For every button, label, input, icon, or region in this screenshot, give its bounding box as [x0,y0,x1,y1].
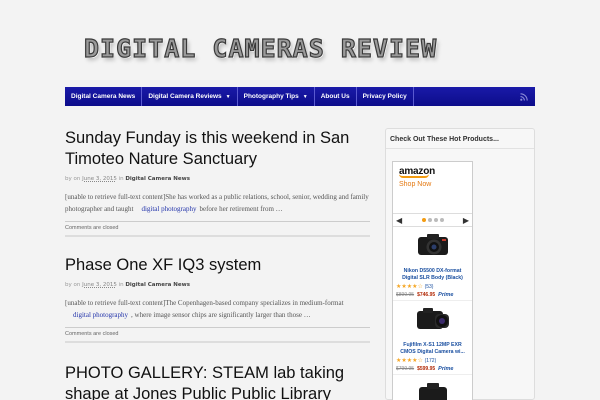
nav-item-about-us[interactable]: About Us [315,87,357,106]
carousel-controls: ◀ ▶ [393,214,472,227]
carousel-dot[interactable] [439,218,444,222]
camera-image[interactable] [413,379,453,400]
price-row: $899.95 $746.95 Prime [396,292,469,298]
chevron-right-icon[interactable]: ▶ [463,216,469,225]
post-title[interactable]: Sunday Funday is this weekend in San Tim… [65,128,370,170]
carousel-dots [421,218,444,222]
nav-item-label: Digital Camera News [71,93,136,100]
sale-price: $599.95 [417,366,436,372]
sidebar-heading: Check Out These Hot Products... [386,129,534,149]
excerpt-text: [unable to retrieve full-text content]Th… [65,299,344,307]
sidebar: Check Out These Hot Products... amazon S… [385,128,535,400]
star-rating: ★★★★☆ (172) [396,357,469,364]
nav-item-label: Privacy Policy [362,93,407,100]
rss-icon[interactable] [517,87,531,106]
post-date[interactable]: June 3, 2015 [82,176,117,182]
post: PHOTO GALLERY: STEAM lab taking shape at… [65,363,370,400]
meta-in: in [118,176,124,182]
post-date[interactable]: June 3, 2015 [82,282,117,288]
comments-status: Comments are closed [65,327,370,343]
carousel-dot[interactable] [427,218,432,222]
shop-now-link[interactable]: Shop Now [399,181,466,188]
product-card[interactable] [393,375,472,400]
main-nav: Digital Camera News Digital Camera Revie… [65,87,535,106]
nav-item-digital-camera-news[interactable]: Digital Camera News [65,87,143,106]
caret-down-icon: ▼ [302,93,308,100]
digital-photography-link[interactable]: digital photography [65,310,131,322]
post-gap [65,237,370,255]
amazon-header[interactable]: amazon Shop Now [393,162,472,214]
review-count[interactable]: (172) [425,358,437,364]
chevron-left-icon[interactable]: ◀ [396,216,402,225]
post-gap [65,343,370,363]
post-category[interactable]: Digital Camera News [125,282,190,288]
price-row: $799.95 $599.95 Prime [396,366,469,372]
nav-item-digital-camera-reviews[interactable]: Digital Camera Reviews ▼ [142,87,238,106]
product-name[interactable]: Fujifilm X-S1 12MP EXR CMOS Digital Came… [396,342,469,355]
product-card[interactable]: Nikon D5500 DX-format Digital SLR Body (… [393,227,472,301]
camera-image[interactable] [413,305,453,335]
star-rating: ★★★★☆ (53) [396,283,469,290]
product-card[interactable]: Fujifilm X-S1 12MP EXR CMOS Digital Came… [393,301,472,375]
post: Sunday Funday is this weekend in San Tim… [65,128,370,237]
stars-icon: ★★★★☆ [396,284,423,290]
meta-in: in [118,282,124,288]
excerpt-text: before her retirement from … [199,204,283,213]
nav-item-label: Digital Camera Reviews [148,93,222,100]
list-price: $799.95 [396,366,415,372]
nav-item-label: Photography Tips [243,93,299,100]
meta-by: by [65,176,72,182]
excerpt-text: , where image sensor chips are significa… [131,310,311,319]
stars-icon: ★★★★☆ [396,358,423,364]
post-meta: by on June 3, 2015 in Digital Camera New… [65,282,370,288]
prime-badge: Prime [438,366,454,372]
list-price: $899.95 [396,292,415,298]
prime-badge: Prime [438,292,454,298]
carousel-dot[interactable] [433,218,438,222]
nav-item-photography-tips[interactable]: Photography Tips ▼ [238,87,315,106]
nav-item-label: About Us [320,93,350,100]
amazon-widget: amazon Shop Now ◀ ▶ Nikon D5500 DX-forma… [392,161,473,400]
post: Phase One XF IQ3 system by on June 3, 20… [65,255,370,343]
amazon-logo: amazon [399,166,436,177]
site-logo[interactable]: DIGITAL CAMERAS REVIEW [84,30,516,68]
product-name[interactable]: Nikon D5500 DX-format Digital SLR Body (… [396,268,469,281]
digital-photography-link[interactable]: digital photography [133,204,199,216]
post-title[interactable]: Phase One XF IQ3 system [65,255,370,276]
post-excerpt: [unable to retrieve full-text content]Sh… [65,192,370,215]
post-meta: by on June 3, 2015 in Digital Camera New… [65,176,370,182]
meta-on: on [73,282,81,288]
post-category[interactable]: Digital Camera News [125,176,190,182]
post-excerpt: [unable to retrieve full-text content]Th… [65,298,370,321]
carousel-dot[interactable] [421,218,426,222]
comments-status: Comments are closed [65,221,370,237]
nav-item-privacy-policy[interactable]: Privacy Policy [357,87,414,106]
sale-price: $746.95 [417,292,436,298]
main-content: Sunday Funday is this weekend in San Tim… [65,128,370,400]
post-title[interactable]: PHOTO GALLERY: STEAM lab taking shape at… [65,363,370,400]
meta-by: by [65,282,72,288]
meta-on: on [73,176,81,182]
camera-image[interactable] [413,231,453,261]
caret-down-icon: ▼ [225,93,231,100]
review-count[interactable]: (53) [425,284,434,290]
